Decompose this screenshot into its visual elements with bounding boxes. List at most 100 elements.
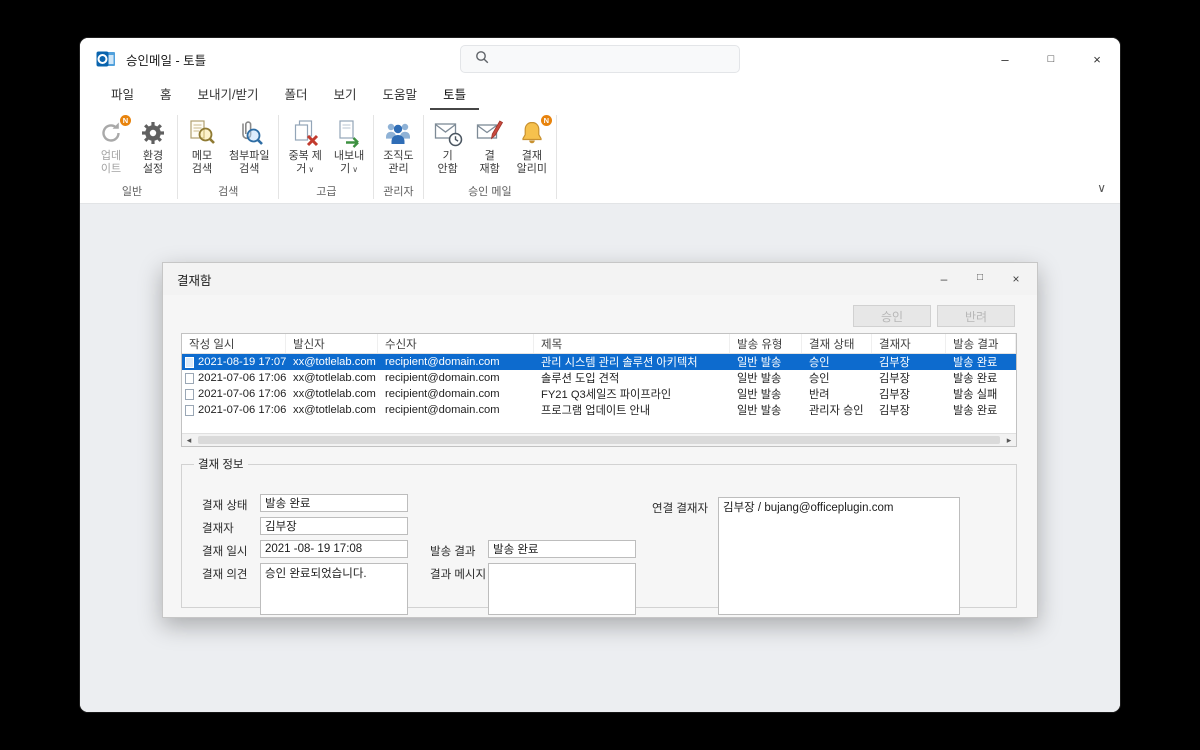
- button-label: 중복 제 거 ∨: [288, 150, 322, 175]
- approval-info-legend: 결재 정보: [198, 459, 244, 471]
- approvalbox-button[interactable]: 결 재함: [469, 115, 511, 178]
- scroll-left-icon[interactable]: ◂: [182, 434, 196, 446]
- tab-totle[interactable]: 토틀: [430, 79, 480, 110]
- group-label-advanced: 고급: [316, 186, 337, 198]
- comment-field[interactable]: 승인 완료되었습니다.: [260, 563, 408, 615]
- ribbon-group-search: 메모 검색 첨부파일 검색 검색: [181, 112, 275, 203]
- tab-folder[interactable]: 폴더: [272, 79, 321, 110]
- search-input[interactable]: [460, 45, 740, 73]
- gear-icon: [138, 118, 168, 148]
- group-label-approval-mail: 승인 메일: [468, 186, 512, 198]
- reject-button[interactable]: 반려: [937, 305, 1015, 327]
- settings-button[interactable]: 환경 설정: [132, 115, 174, 178]
- tab-send-receive[interactable]: 보내기/받기: [185, 79, 272, 110]
- remove-duplicates-button[interactable]: 중복 제 거 ∨: [282, 115, 327, 178]
- tab-view[interactable]: 보기: [321, 79, 370, 110]
- status-field[interactable]: [260, 494, 408, 512]
- approve-button[interactable]: 승인: [853, 305, 931, 327]
- table-row[interactable]: 2021-08-19 17:07 xx@totlelab.com recipie…: [182, 354, 1016, 370]
- scrollbar-track[interactable]: [196, 434, 1002, 446]
- document-icon: [185, 372, 194, 384]
- approval-datetime-label: 결재 일시: [202, 546, 248, 558]
- button-label: 내보내 기 ∨: [333, 150, 365, 175]
- window-title: 승인메일 - 토틀: [126, 53, 207, 68]
- scroll-right-icon[interactable]: ▸: [1002, 434, 1016, 446]
- status-label: 결재 상태: [202, 500, 248, 512]
- column-header-approver[interactable]: 결재자: [872, 334, 946, 353]
- ribbon-separator: [556, 115, 558, 199]
- dialog-maximize-button[interactable]: □: [973, 272, 987, 286]
- export-icon: [334, 118, 364, 148]
- export-button[interactable]: 내보내 기 ∨: [328, 115, 370, 178]
- scrollbar-thumb[interactable]: [198, 436, 1000, 444]
- approval-box-dialog: 결재함 – □ × 승인 반려 작성 일시 발신자 수신자 제목 발송 유형 결…: [162, 262, 1038, 618]
- button-label: 환경 설정: [142, 150, 164, 175]
- table-header: 작성 일시 발신자 수신자 제목 발송 유형 결재 상태 결재자 발송 결과: [182, 334, 1016, 354]
- update-icon: N: [96, 115, 131, 148]
- linked-approver-field[interactable]: 김부장 / bujang@officeplugin.com: [718, 497, 960, 615]
- tab-file[interactable]: 파일: [98, 79, 147, 110]
- comment-label: 결재 의견: [202, 569, 248, 581]
- approval-datetime-field[interactable]: [260, 540, 408, 558]
- main-window: 승인메일 - 토틀 – □ × 파일 홈 보내기/받기 폴더 보기 도움말 토틀: [80, 38, 1120, 712]
- button-label: 결재 알리미: [516, 150, 548, 175]
- approver-field[interactable]: [260, 517, 408, 535]
- column-header-subject[interactable]: 제목: [534, 334, 730, 353]
- approval-notifier-button[interactable]: N 결재 알리미: [511, 115, 553, 178]
- column-header-date[interactable]: 작성 일시: [182, 334, 286, 353]
- button-label: 기 안함: [437, 150, 458, 175]
- button-label: 업데 이트: [100, 150, 122, 175]
- result-message-field[interactable]: [488, 563, 636, 615]
- column-header-send-type[interactable]: 발송 유형: [730, 334, 802, 353]
- dialog-close-button[interactable]: ×: [1009, 272, 1023, 286]
- group-label-admin: 관리자: [383, 186, 414, 198]
- dialog-titlebar: 결재함 – □ ×: [163, 263, 1037, 295]
- document-icon: [185, 356, 194, 368]
- button-label: 결 재함: [479, 150, 500, 175]
- horizontal-scrollbar[interactable]: ◂ ▸: [182, 433, 1016, 446]
- result-message-label: 결과 메시지: [430, 569, 487, 581]
- column-header-result[interactable]: 발송 결과: [946, 334, 1016, 353]
- close-button[interactable]: ×: [1074, 38, 1120, 80]
- column-header-status[interactable]: 결재 상태: [802, 334, 872, 353]
- remove-duplicates-icon: [290, 118, 320, 148]
- memo-search-button[interactable]: 메모 검색: [181, 115, 223, 178]
- update-button[interactable]: N 업데 이트: [90, 115, 132, 178]
- button-label: 조직도 관리: [383, 150, 414, 175]
- ribbon-separator: [278, 115, 280, 199]
- ribbon-group-advanced: 중복 제 거 ∨ 내보내 기 ∨ 고급: [282, 112, 370, 203]
- outlook-app-icon: [96, 49, 116, 69]
- draftbox-button[interactable]: 기 안함: [427, 115, 469, 178]
- orgchart-icon: [383, 118, 413, 148]
- dialog-minimize-button[interactable]: –: [937, 272, 951, 286]
- minimize-button[interactable]: –: [982, 38, 1028, 80]
- send-result-label: 발송 결과: [430, 546, 476, 558]
- attachment-search-button[interactable]: 첨부파일 검색: [223, 115, 275, 178]
- table-row[interactable]: 2021-07-06 17:06 xx@totlelab.com recipie…: [182, 402, 1016, 418]
- ribbon-separator: [177, 115, 178, 199]
- column-header-sender[interactable]: 발신자: [286, 334, 378, 353]
- tab-home[interactable]: 홈: [147, 79, 185, 110]
- draftbox-icon: [433, 118, 463, 148]
- column-header-recipient[interactable]: 수신자: [378, 334, 534, 353]
- orgchart-button[interactable]: 조직도 관리: [377, 115, 419, 178]
- ribbon-collapse-button[interactable]: ∨: [1097, 181, 1106, 195]
- approver-label: 결재자: [202, 523, 234, 535]
- approval-table: 작성 일시 발신자 수신자 제목 발송 유형 결재 상태 결재자 발송 결과 2…: [181, 333, 1017, 447]
- document-icon: [185, 404, 194, 416]
- chevron-down-icon: ∨: [308, 164, 315, 174]
- button-label: 첨부파일 검색: [229, 150, 270, 175]
- table-row[interactable]: 2021-07-06 17:06 xx@totlelab.com recipie…: [182, 386, 1016, 402]
- ribbon-group-approval-mail: 기 안함 결 재함 N 결재 알리미 승인 메일: [427, 112, 553, 203]
- document-icon: [185, 388, 194, 400]
- bell-icon: N: [517, 115, 552, 148]
- approvalbox-icon: [475, 118, 505, 148]
- maximize-button[interactable]: □: [1028, 38, 1074, 80]
- button-label: 메모 검색: [191, 150, 213, 175]
- send-result-field[interactable]: [488, 540, 636, 558]
- tab-help[interactable]: 도움말: [370, 79, 431, 110]
- table-row[interactable]: 2021-07-06 17:06 xx@totlelab.com recipie…: [182, 370, 1016, 386]
- window-controls: – □ ×: [982, 38, 1120, 80]
- ribbon-separator: [422, 115, 424, 199]
- dialog-title: 결재함: [177, 273, 212, 288]
